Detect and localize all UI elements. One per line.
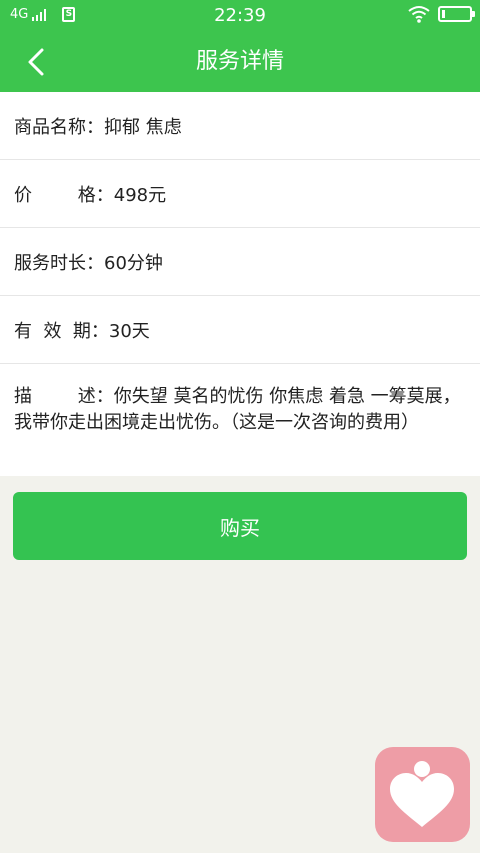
product-name-label: 商品名称： [14,116,104,138]
detail-list: 商品名称： 抑郁 焦虑 价 格： 498元 服务时长： 60分钟 有 效 期： … [0,92,480,476]
description-row: 描 述：你失望 莫名的忧伤 你焦虑 着急 一筹莫展，我带你走出困境走出忧伤。（这… [0,364,480,476]
page-title: 服务详情 [195,49,284,74]
validity-row: 有 效 期： 30天 [0,296,480,364]
product-name-value: 抑郁 焦虑 [104,116,182,138]
description-label: 描 述： [14,386,114,407]
duration-label: 服务时长： [14,252,104,274]
price-label: 价 格： [14,184,114,206]
price-row: 价 格： 498元 [0,160,480,228]
validity-value: 30天 [108,320,150,342]
battery-icon [438,6,475,22]
battery-level [442,10,445,18]
status-bar: 4G S 22:39 [0,0,480,32]
status-right [408,5,475,23]
heart-person-icon [390,761,454,827]
wifi-icon [408,6,430,23]
buy-button[interactable]: 购买 [13,492,467,560]
nav-bar: 服务详情 [0,32,480,92]
product-name-row: 商品名称： 抑郁 焦虑 [0,92,480,160]
floating-app-button[interactable] [375,747,470,842]
validity-label: 有 效 期： [14,320,109,342]
price-value: 498元 [113,184,167,206]
duration-row: 服务时长： 60分钟 [0,228,480,296]
duration-value: 60分钟 [104,252,163,274]
